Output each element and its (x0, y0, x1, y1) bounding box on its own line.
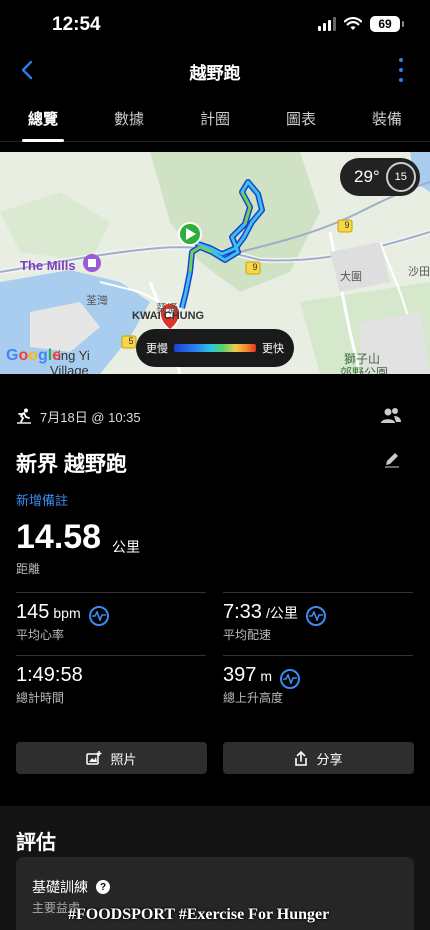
battery-indicator: 69 (370, 16, 404, 32)
activity-date: 7月18日 @ 10:35 (40, 409, 141, 425)
pace-slow-label: 更慢 (146, 343, 168, 355)
watermark-text: #FOODSPORT #Exercise For Hunger (68, 906, 330, 923)
ascent-label: 總上升高度 (223, 691, 284, 705)
route-shield-9b: 9 (344, 220, 350, 230)
tab-bar: 總覽 數據 計圈 圖表 裝備 (0, 94, 430, 142)
map-label-tsing-yi: ing Yi (58, 348, 90, 363)
metric-avg-pace: 7:33 /公里 平均配速 (223, 592, 413, 650)
map-label-tai-wai: 大圍 (340, 271, 362, 283)
google-logo: Google (6, 347, 62, 364)
elevation-zone-icon[interactable] (280, 669, 301, 689)
trail-run-icon (17, 408, 31, 424)
activity-meta: 7月18日 @ 10:35 (16, 406, 414, 426)
activity-title: 新界 越野跑 (16, 453, 127, 476)
tab-laps[interactable]: 計圈 (172, 94, 258, 141)
pace-legend: 更慢 更快 (136, 329, 294, 367)
tab-data[interactable]: 數據 (86, 94, 172, 141)
share-label: 分享 (316, 751, 343, 767)
page-title: 越野跑 (189, 64, 241, 83)
status-time: 12:54 (52, 14, 101, 35)
help-icon[interactable]: ? (96, 880, 110, 894)
total-time-value: 1:49:58 (16, 664, 83, 686)
wind-speed-icon: 15 (385, 162, 416, 192)
people-icon[interactable] (380, 406, 402, 426)
metric-total-time: 1:49:58 總計時間 (16, 655, 206, 713)
metric-total-ascent: 397 m 總上升高度 (223, 655, 413, 713)
edit-pencil-icon[interactable] (384, 450, 400, 468)
wifi-icon (344, 17, 362, 30)
weather-chip[interactable]: 29° 15 (340, 158, 420, 196)
status-bar: 12:54 69 (0, 0, 430, 50)
distance-label: 距離 (16, 562, 41, 576)
photos-label: 照片 (110, 751, 137, 767)
avg-hr-label: 平均心率 (16, 628, 65, 642)
metric-avg-heart-rate: 145 bpm 平均心率 (16, 592, 206, 650)
route-shield-5: 5 (128, 336, 134, 346)
avg-pace-unit: /公里 (265, 605, 298, 621)
heart-rate-zone-icon[interactable] (88, 606, 109, 626)
route-map[interactable]: 9 9 5 The Mills 荃灣 葵涌 KWAI CHUNG 大圍 沙田 獅… (0, 152, 430, 374)
distance-value: 14.58 (16, 518, 102, 556)
distance-unit: 公里 (112, 539, 140, 555)
avg-hr-unit: bpm (53, 605, 81, 621)
tab-charts[interactable]: 圖表 (258, 94, 344, 141)
tab-gear[interactable]: 裝備 (344, 94, 430, 141)
ascent-unit: m (260, 668, 273, 684)
add-photo-icon (86, 751, 102, 765)
map-label-tsuen-wan: 荃灣 (86, 295, 108, 307)
map-label-mills: The Mills (20, 258, 76, 273)
map-label-lion-rock-park: 郊野公園 (340, 366, 389, 374)
pace-fast-label: 更快 (262, 343, 284, 355)
nav-header: 越野跑 (0, 50, 430, 92)
assessment-title: 評估 (16, 832, 56, 854)
map-label-kwai-chung: KWAI CHUNG (132, 310, 205, 322)
pace-gradient-bar (174, 344, 256, 352)
avg-hr-value: 145 (16, 601, 50, 623)
share-icon (295, 750, 308, 766)
photos-button[interactable]: 照片 (16, 742, 207, 774)
add-note-link[interactable]: 新增備註 (16, 490, 68, 509)
share-button[interactable]: 分享 (223, 742, 414, 774)
cellular-signal-icon (318, 17, 336, 31)
status-icons: 69 (318, 16, 404, 32)
more-options-button[interactable] (396, 58, 406, 82)
total-time-label: 總計時間 (16, 691, 65, 705)
route-shield-9a: 9 (252, 262, 258, 272)
weather-temperature: 29° (354, 167, 380, 186)
ascent-value: 397 (223, 664, 257, 686)
avg-pace-value: 7:33 (223, 601, 262, 623)
tab-overview[interactable]: 總覽 (0, 94, 86, 142)
map-label-sha-tin: 沙田 (408, 266, 430, 278)
training-effect-title: 基礎訓練 (32, 879, 88, 895)
pace-zone-icon[interactable] (305, 606, 326, 626)
avg-pace-label: 平均配速 (223, 628, 272, 642)
